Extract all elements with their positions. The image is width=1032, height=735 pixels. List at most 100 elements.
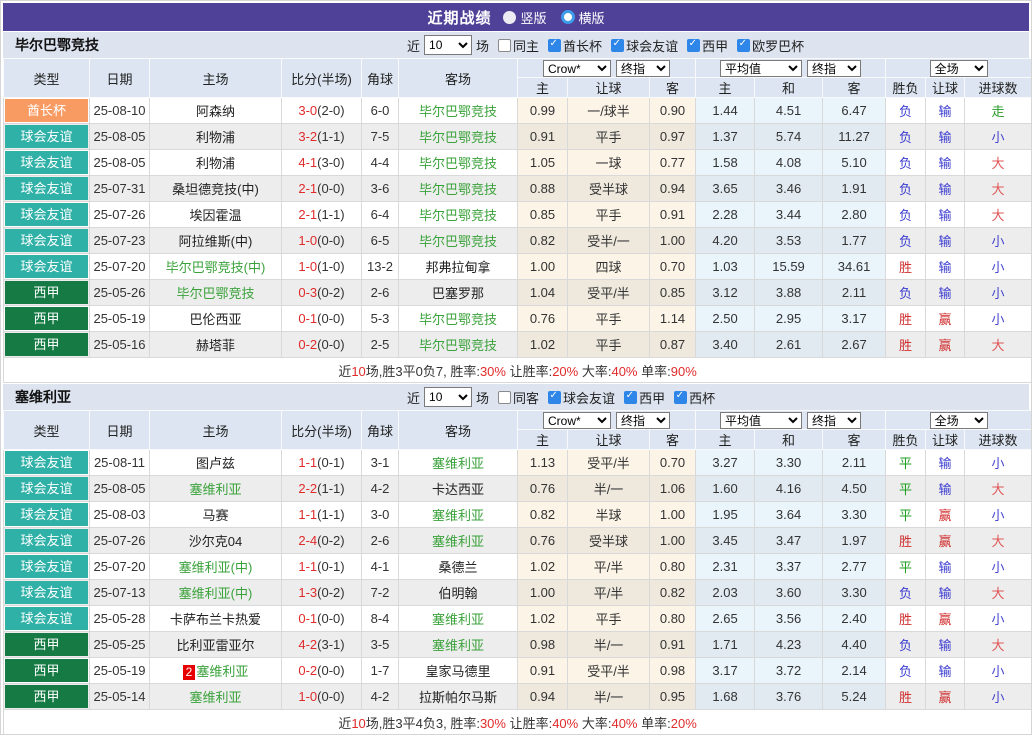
- handicap-away-odds: 0.87: [650, 332, 696, 358]
- league-filter-option[interactable]: 西杯: [674, 388, 715, 407]
- home-team: 利物浦: [150, 124, 282, 150]
- avg-draw-odds: 3.72: [755, 658, 823, 684]
- half-time-score: (3-1): [317, 637, 344, 652]
- handicap-away-odds: 0.98: [650, 658, 696, 684]
- league-filter-option[interactable]: 球会友谊: [548, 388, 615, 407]
- radio-unselected-icon[interactable]: [561, 10, 575, 24]
- checkbox-unchecked-icon[interactable]: [498, 39, 511, 52]
- full-score: 0-1: [298, 311, 317, 326]
- layout-radio[interactable]: 横版: [561, 8, 605, 27]
- match-date: 25-08-10: [90, 98, 150, 124]
- recent-count-select[interactable]: 10: [424, 35, 472, 55]
- checkbox-checked-icon[interactable]: [624, 391, 637, 404]
- league-type-badge: 球会友谊: [5, 503, 88, 526]
- half-time-score: (0-0): [317, 611, 344, 626]
- checkbox-checked-icon[interactable]: [548, 39, 561, 52]
- same-venue-option[interactable]: 同主: [498, 36, 539, 55]
- half-time-score: (0-1): [317, 559, 344, 574]
- handicap-away-odds: 0.80: [650, 554, 696, 580]
- average-select[interactable]: 平均值: [720, 60, 802, 77]
- recent-count-select[interactable]: 10: [424, 387, 472, 407]
- checkbox-checked-icon[interactable]: [737, 39, 750, 52]
- summary-text: 大率:: [578, 364, 611, 379]
- radio-label: 竖版: [520, 8, 546, 27]
- score-cell: 0-1(0-0): [282, 606, 362, 632]
- league-filter-option[interactable]: 西甲: [687, 36, 728, 55]
- final-odds-select[interactable]: 终指: [616, 412, 670, 429]
- avg-away-odds: 2.14: [823, 658, 886, 684]
- checkbox-checked-icon[interactable]: [674, 391, 687, 404]
- half-time-score: (0-2): [317, 285, 344, 300]
- league-filter-option[interactable]: 西甲: [624, 388, 665, 407]
- layout-radio[interactable]: 竖版: [503, 8, 546, 27]
- league-type-badge: 球会友谊: [5, 451, 88, 474]
- odds-source-select[interactable]: Crow*: [543, 412, 611, 429]
- match-date: 25-07-13: [90, 580, 150, 606]
- match-row: 球会友谊25-07-20塞维利亚(中)1-1(0-1)4-1桑德兰1.02平/半…: [4, 554, 1032, 580]
- checkbox-unchecked-icon[interactable]: [498, 391, 511, 404]
- result-goals: 小: [965, 306, 1032, 332]
- avg-draw-odds: 3.46: [755, 176, 823, 202]
- table-header: 类型日期主场比分(半场)角球客场Crow*终指平均值终指全场主让球客主和客胜负让…: [4, 411, 1032, 450]
- avg-away-odds: 5.24: [823, 684, 886, 710]
- same-venue-option[interactable]: 同客: [498, 388, 539, 407]
- avg-draw-odds: 3.44: [755, 202, 823, 228]
- handicap-home-odds: 0.88: [518, 176, 568, 202]
- match-row: 球会友谊25-07-26沙尔克042-4(0-2)2-6塞维利亚0.76受半球1…: [4, 528, 1032, 554]
- away-team-name: 毕尔巴鄂竞技: [419, 234, 497, 249]
- recent-label: 近: [407, 36, 420, 55]
- team-name: 塞维利亚: [15, 387, 71, 407]
- final-odds-select[interactable]: 终指: [616, 60, 670, 77]
- same-venue-label: 同主: [513, 36, 539, 55]
- away-team: 伯明翰: [399, 580, 518, 606]
- league-filter-option[interactable]: 酋长杯: [548, 36, 602, 55]
- matches-label: 场: [476, 388, 489, 407]
- league-filter-option[interactable]: 球会友谊: [611, 36, 678, 55]
- full-score: 2-1: [298, 181, 317, 196]
- away-team-name: 塞维利亚: [432, 534, 484, 549]
- full-score: 1-0: [298, 233, 317, 248]
- avg-away-odds: 1.77: [823, 228, 886, 254]
- odds-source-select[interactable]: Crow*: [543, 60, 611, 77]
- score-cell: 1-1(0-1): [282, 450, 362, 476]
- league-filter-option[interactable]: 欧罗巴杯: [737, 36, 804, 55]
- home-team: 埃因霍温: [150, 202, 282, 228]
- half-time-score: (2-0): [317, 103, 344, 118]
- match-date: 25-05-26: [90, 280, 150, 306]
- match-date: 25-08-05: [90, 124, 150, 150]
- away-team: 巴塞罗那: [399, 280, 518, 306]
- final-odds-select[interactable]: 终指: [807, 412, 861, 429]
- result-win-loss: 负: [886, 228, 926, 254]
- home-team: 桑坦德竞技(中): [150, 176, 282, 202]
- result-goals: 小: [965, 124, 1032, 150]
- half-time-score: (0-0): [317, 311, 344, 326]
- match-scope-select[interactable]: 全场: [930, 412, 988, 429]
- column-header: 客: [823, 78, 886, 98]
- result-goals: 小: [965, 228, 1032, 254]
- avg-draw-odds: 3.53: [755, 228, 823, 254]
- checkbox-checked-icon[interactable]: [687, 39, 700, 52]
- final-odds-select[interactable]: 终指: [807, 60, 861, 77]
- summary-text: 30%: [480, 716, 506, 731]
- avg-away-odds: 2.67: [823, 332, 886, 358]
- score-cell: 2-4(0-2): [282, 528, 362, 554]
- score-cell: 3-0(2-0): [282, 98, 362, 124]
- checkbox-checked-icon[interactable]: [548, 391, 561, 404]
- avg-draw-odds: 4.51: [755, 98, 823, 124]
- column-header: 和: [755, 78, 823, 98]
- checkbox-checked-icon[interactable]: [611, 39, 624, 52]
- home-team: 2塞维利亚: [150, 658, 282, 684]
- same-venue-label: 同客: [513, 388, 539, 407]
- avg-home-odds: 1.68: [696, 684, 755, 710]
- match-scope-select[interactable]: 全场: [930, 60, 988, 77]
- result-win-loss: 负: [886, 632, 926, 658]
- match-date: 25-05-14: [90, 684, 150, 710]
- half-time-score: (0-0): [317, 233, 344, 248]
- league-type-badge: 酋长杯: [5, 99, 88, 122]
- radio-selected-icon[interactable]: [503, 11, 516, 24]
- home-team-name: 塞维利亚: [196, 664, 248, 679]
- avg-home-odds: 2.31: [696, 554, 755, 580]
- home-team-name: 塞维利亚(中): [179, 560, 253, 575]
- away-team: 皇家马德里: [399, 658, 518, 684]
- average-select[interactable]: 平均值: [720, 412, 802, 429]
